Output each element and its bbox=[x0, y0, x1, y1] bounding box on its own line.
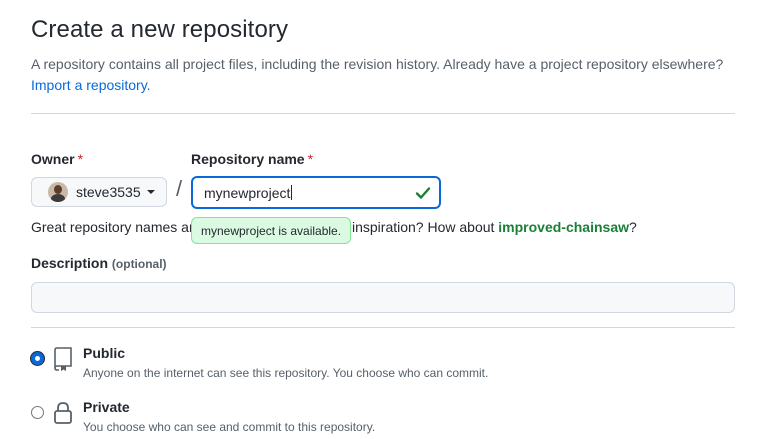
owner-label-text: Owner bbox=[31, 151, 75, 167]
repo-icon bbox=[54, 347, 72, 371]
owner-label: Owner * bbox=[31, 151, 83, 167]
hint-suffix: ? bbox=[629, 219, 637, 235]
description-input[interactable] bbox=[31, 282, 735, 313]
check-icon bbox=[415, 187, 431, 199]
owner-select-button[interactable]: steve3535 bbox=[31, 177, 167, 207]
repo-name-required-mark: * bbox=[307, 151, 314, 167]
private-option-title: Private bbox=[83, 399, 130, 415]
availability-tooltip: mynewproject is available. bbox=[191, 217, 352, 244]
import-repository-link[interactable]: Import a repository. bbox=[31, 77, 151, 93]
public-option-title: Public bbox=[83, 345, 126, 361]
repo-name-value: mynewproject bbox=[204, 184, 291, 201]
chevron-down-icon bbox=[146, 190, 155, 194]
repo-name-label: Repository name * bbox=[191, 151, 313, 167]
public-option-description: Anyone on the internet can see this repo… bbox=[83, 366, 489, 380]
page-title: Create a new repository bbox=[31, 16, 289, 43]
lock-icon bbox=[54, 402, 72, 424]
radio-public[interactable] bbox=[31, 352, 44, 365]
description-label-text: Description bbox=[31, 255, 109, 271]
owner-value: steve3535 bbox=[76, 184, 141, 200]
hint-prefix: Great repository names ar bbox=[31, 219, 194, 235]
subtitle-text: A repository contains all project files,… bbox=[31, 56, 724, 72]
suggested-name-link[interactable]: improved-chainsaw bbox=[498, 219, 629, 235]
repo-name-label-text: Repository name bbox=[191, 151, 305, 167]
owner-repo-separator: / bbox=[176, 176, 183, 201]
description-label: Description (optional) bbox=[31, 255, 167, 271]
divider-middle bbox=[31, 327, 735, 328]
description-optional-note: (optional) bbox=[111, 257, 167, 271]
private-option-description: You choose who can see and commit to thi… bbox=[83, 420, 376, 434]
repo-name-input[interactable]: mynewproject bbox=[191, 176, 441, 209]
avatar bbox=[48, 182, 68, 202]
divider-top bbox=[31, 113, 735, 114]
page-subtitle: A repository contains all project files,… bbox=[31, 54, 751, 96]
text-cursor bbox=[291, 185, 293, 200]
radio-private[interactable] bbox=[31, 406, 44, 419]
owner-required-mark: * bbox=[77, 151, 84, 167]
